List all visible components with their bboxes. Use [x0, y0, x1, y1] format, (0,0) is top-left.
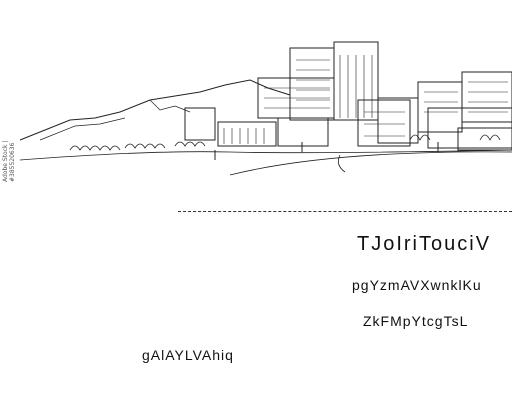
- text-line-2: ZkFMpYtcgTsL: [363, 313, 469, 329]
- text-line-3: gAlAYLVAhiq: [142, 347, 234, 363]
- image-credit: Adobe Stock | #385520636: [2, 140, 16, 182]
- dashed-divider: [178, 211, 512, 212]
- city-skyline-illustration: [19, 41, 512, 176]
- text-line-1: pgYzmAVXwnklKu: [352, 277, 482, 293]
- heading-text: TJoIriTouciV: [357, 233, 492, 255]
